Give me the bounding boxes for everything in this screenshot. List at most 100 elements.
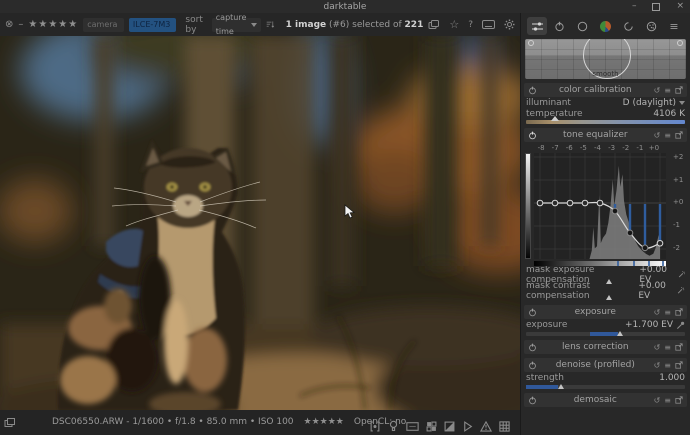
slider-marker[interactable]: [551, 116, 559, 121]
interpolation-label[interactable]: smooth: [525, 70, 686, 78]
gamut-check-icon[interactable]: [444, 421, 455, 432]
presets-icon[interactable]: ≡: [664, 86, 671, 95]
overlays-star-icon[interactable]: ☆: [449, 18, 459, 31]
multi-instance-icon[interactable]: [675, 308, 683, 316]
power-icon[interactable]: [528, 308, 537, 317]
luminance-gradient-horizontal: [534, 261, 666, 266]
sort-order-icon[interactable]: [266, 19, 274, 30]
module-title[interactable]: denoise (profiled): [537, 360, 654, 370]
multi-instance-icon[interactable]: [675, 131, 683, 139]
grain-icon: [646, 21, 657, 32]
color-group-tab[interactable]: [595, 17, 615, 35]
reset-icon[interactable]: ↺: [654, 396, 661, 405]
mask-exposure-slider[interactable]: [526, 280, 685, 285]
chevron-down-icon: [679, 101, 685, 105]
presets-icon[interactable]: ≡: [664, 396, 671, 405]
power-icon[interactable]: [528, 361, 537, 370]
grouping-icon[interactable]: [428, 20, 440, 30]
guides-grid-icon[interactable]: [499, 421, 510, 432]
maximize-button[interactable]: [652, 3, 660, 11]
multi-instance-icon[interactable]: [675, 361, 683, 369]
exposure-header[interactable]: exposure ↺ ≡: [524, 305, 687, 319]
curve-widget[interactable]: smooth: [525, 39, 686, 79]
curve-node[interactable]: [677, 40, 683, 46]
camera-filter-input[interactable]: camera: [83, 18, 124, 32]
multi-instance-icon[interactable]: [675, 86, 683, 94]
image-star-rating[interactable]: ★★★★★: [304, 417, 344, 427]
module-color-calibration: color calibration ↺ ≡ illuminant D (dayl…: [524, 83, 687, 124]
presets-icon[interactable]: ≡: [664, 131, 671, 140]
effects-group-tab[interactable]: [641, 17, 661, 35]
focus-peaking-icon[interactable]: [369, 421, 381, 432]
mouse-cursor: [344, 204, 355, 219]
help-icon[interactable]: ?: [468, 20, 473, 30]
shortcuts-keyboard-icon[interactable]: [482, 20, 495, 29]
sort-field-dropdown[interactable]: capture time: [212, 18, 262, 32]
sliders-icon: [531, 21, 544, 32]
presets-icon[interactable]: ≡: [664, 361, 671, 370]
reset-icon[interactable]: ↺: [654, 308, 661, 317]
presets-menu-icon[interactable]: ≡: [664, 17, 684, 35]
search-input[interactable]: ILCE-7M3: [129, 18, 177, 32]
active-modules-tab[interactable]: [527, 17, 547, 35]
rating-range-icon[interactable]: –: [18, 20, 23, 30]
minimize-button[interactable]: –: [632, 0, 637, 13]
presets-icon[interactable]: ≡: [664, 343, 671, 352]
power-icon[interactable]: [528, 86, 537, 95]
close-button[interactable]: ×: [676, 0, 684, 13]
power-icon[interactable]: [528, 396, 537, 405]
module-lens-correction: lens correction ↺ ≡: [524, 340, 687, 354]
lens-correction-header[interactable]: lens correction ↺ ≡: [524, 340, 687, 354]
reset-icon[interactable]: ↺: [654, 131, 661, 140]
filmstrip-toggle-icon[interactable]: [4, 418, 16, 428]
module-title[interactable]: tone equalizer: [537, 130, 654, 140]
softproof-icon[interactable]: [462, 421, 473, 432]
raw-overexposure-icon[interactable]: [426, 421, 437, 432]
title-bar: darktable – ×: [0, 0, 690, 13]
preferences-gear-icon[interactable]: [504, 19, 515, 30]
color-picker-icon[interactable]: [676, 321, 685, 330]
tone-eq-right-ticks: +2 +1 +0 -1 -2: [672, 153, 687, 259]
color-assessment-bulb-icon[interactable]: [388, 420, 399, 432]
temperature-slider[interactable]: [526, 120, 685, 124]
tone-eq-curve-graph[interactable]: [534, 153, 666, 259]
module-title[interactable]: lens correction: [537, 342, 654, 352]
tone-equalizer-header[interactable]: tone equalizer ↺ ≡: [524, 128, 687, 142]
exposure-slider[interactable]: [526, 332, 685, 336]
reject-filter-icon[interactable]: ⊗: [5, 20, 13, 30]
selection-status: 1 image (#6) selected of 221: [286, 20, 424, 30]
reset-icon[interactable]: ↺: [654, 361, 661, 370]
auto-wand-icon[interactable]: [677, 286, 685, 295]
module-title[interactable]: color calibration: [537, 85, 654, 95]
module-title[interactable]: demosaic: [537, 395, 654, 405]
multi-instance-icon[interactable]: [675, 343, 683, 351]
mask-contrast-slider[interactable]: [526, 296, 685, 301]
denoise-header[interactable]: denoise (profiled) ↺ ≡: [524, 358, 687, 372]
second-window-icon[interactable]: [406, 421, 419, 432]
tone-group-tab[interactable]: [573, 17, 593, 35]
image-info-line: DSC06550.ARW - 1/1600 • f/1.8 • 85.0 mm …: [52, 417, 406, 427]
exposure-value: +1.700 EV: [625, 320, 673, 330]
module-group-tabs: ≡: [524, 13, 687, 39]
tone-eq-ev-ticks: -8-7-6-5-4-3-2-1+0: [534, 144, 661, 152]
base-group-tab[interactable]: [550, 17, 570, 35]
darkroom-image-view[interactable]: [0, 36, 520, 410]
correct-group-tab[interactable]: [618, 17, 638, 35]
presets-icon[interactable]: ≡: [664, 308, 671, 317]
color-calibration-header[interactable]: color calibration ↺ ≡: [524, 83, 687, 97]
illuminant-dropdown[interactable]: D (daylight): [623, 98, 685, 108]
star-rating-filter[interactable]: ★★★★★: [28, 19, 78, 30]
overexposure-warning-icon[interactable]: [480, 421, 492, 432]
multi-instance-icon[interactable]: [675, 396, 683, 404]
curve-node[interactable]: [528, 40, 534, 46]
power-icon-enabled[interactable]: [528, 131, 537, 140]
reset-icon[interactable]: ↺: [654, 343, 661, 352]
reset-icon[interactable]: ↺: [654, 86, 661, 95]
module-tone-equalizer: tone equalizer ↺ ≡ -8-7-6-5-4-3-2-1+0 +2…: [524, 128, 687, 301]
power-icon[interactable]: [528, 343, 537, 352]
darktable-window: darktable – × ⊗ – ★★★★★ camera ILCE-7M3 …: [0, 0, 690, 435]
module-title[interactable]: exposure: [537, 307, 654, 317]
demosaic-header[interactable]: demosaic ↺ ≡: [524, 393, 687, 407]
auto-wand-icon[interactable]: [678, 270, 685, 279]
strength-slider[interactable]: [526, 385, 685, 389]
